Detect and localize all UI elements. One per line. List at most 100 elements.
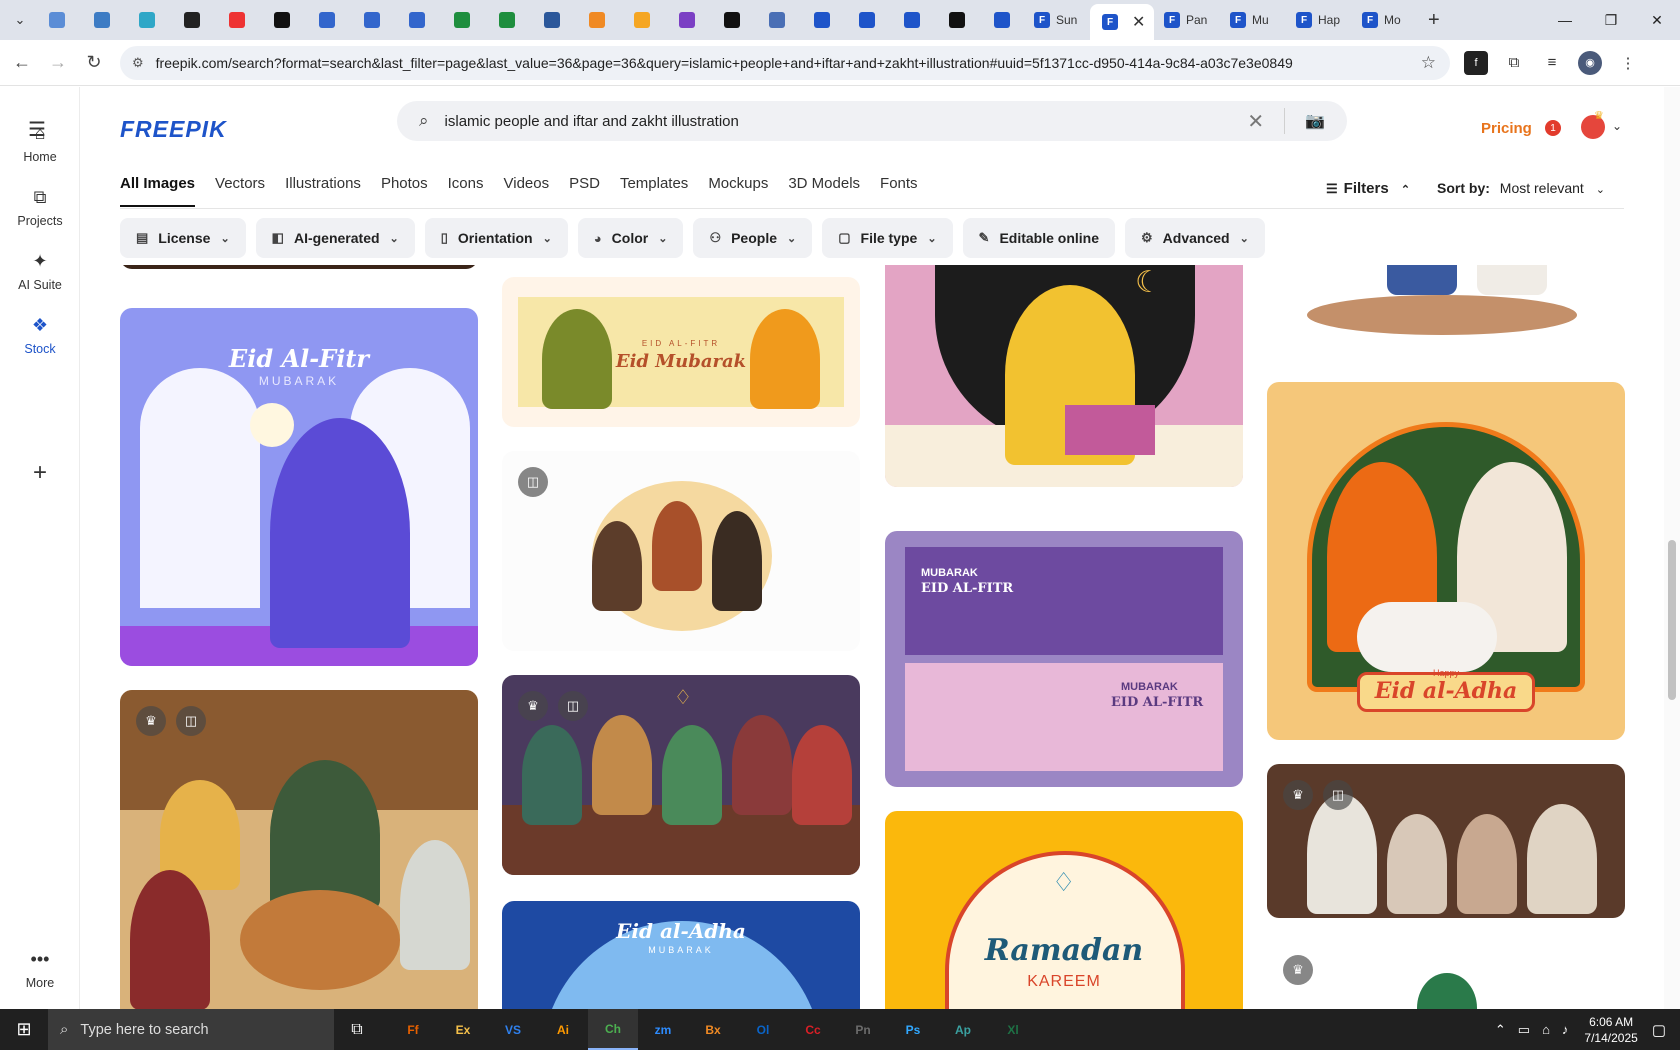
browser-tab[interactable] xyxy=(574,4,619,36)
browser-tab[interactable] xyxy=(124,4,169,36)
taskbar-app-icon[interactable]: zm xyxy=(638,1009,688,1050)
sidebar-item-projects[interactable]: ⧉ Projects xyxy=(0,187,80,228)
crown-icon[interactable]: ♛ xyxy=(1283,780,1313,810)
browser-tab[interactable] xyxy=(349,4,394,36)
search-bar[interactable]: ⌕ islamic people and iftar and zakht ill… xyxy=(397,101,1347,141)
address-bar[interactable]: ⚙ freepik.com/search?format=search&last_… xyxy=(120,45,1450,80)
tab-psd[interactable]: PSD xyxy=(569,175,600,207)
image-card-eid-al-adha[interactable]: Happy Eid al-Adha xyxy=(1267,382,1625,740)
taskbar-app-icon[interactable]: Ps xyxy=(888,1009,938,1050)
filter-chip-advanced[interactable]: ⚙ Advanced ⌄ xyxy=(1125,218,1265,258)
tab-photos[interactable]: Photos xyxy=(381,175,428,207)
browser-tab[interactable] xyxy=(709,4,754,36)
browser-tab[interactable] xyxy=(439,4,484,36)
taskbar-app-icon[interactable]: Bx xyxy=(688,1009,738,1050)
browser-tab[interactable] xyxy=(934,4,979,36)
chevron-up-icon[interactable]: ⌃ xyxy=(1495,1022,1506,1038)
browser-tab[interactable] xyxy=(979,4,1024,36)
bookmark-star-icon[interactable]: ☆ xyxy=(1421,53,1436,73)
tab-templates[interactable]: Templates xyxy=(620,175,688,207)
sidebar-item-ai-suite[interactable]: ✦ AI Suite xyxy=(0,251,80,292)
sidebar-item-stock[interactable]: ❖ Stock xyxy=(0,315,80,356)
tab-illustrations[interactable]: Illustrations xyxy=(285,175,361,207)
tab-sun[interactable]: F Sun xyxy=(1024,4,1090,36)
ai-badge-icon[interactable]: ◫ xyxy=(558,691,588,721)
pricing-link[interactable]: Pricing xyxy=(1481,120,1532,137)
filter-chip-file-type[interactable]: ▢ File type ⌄ xyxy=(822,218,953,258)
taskbar-app-icon[interactable]: Xl xyxy=(988,1009,1038,1050)
tab-mu[interactable]: F Mu xyxy=(1220,4,1286,36)
browser-tab[interactable] xyxy=(394,4,439,36)
image-card-campfire-gathering[interactable]: ◫ xyxy=(502,451,860,651)
filters-button[interactable]: ☰ Filters ⌃ xyxy=(1326,180,1410,197)
browser-tab[interactable] xyxy=(754,4,799,36)
profile-avatar[interactable]: ◉ xyxy=(1578,50,1602,75)
filter-chip-people[interactable]: ⚇ People ⌄ xyxy=(693,218,813,258)
tab-videos[interactable]: Videos xyxy=(504,175,550,207)
crown-icon[interactable]: ♛ xyxy=(1283,955,1313,985)
image-card-iftar-friends[interactable]: ♢ ♛ ◫ xyxy=(502,675,860,875)
tab-fonts[interactable]: Fonts xyxy=(880,175,918,207)
crown-icon[interactable]: ♛ xyxy=(136,706,166,736)
image-card-iftar-family[interactable]: ♛ ◫ xyxy=(120,690,478,1009)
filter-chip-license[interactable]: ▤ License ⌄ xyxy=(120,218,246,258)
battery-icon[interactable]: ▭ xyxy=(1518,1022,1530,1038)
browser-tab[interactable] xyxy=(259,4,304,36)
filter-chip-orientation[interactable]: ▯ Orientation ⌄ xyxy=(424,218,568,258)
sidebar-item-add[interactable]: + xyxy=(0,459,80,493)
windows-start-icon[interactable]: ⊞ xyxy=(0,1009,48,1050)
tab-search-button[interactable]: ⌄ xyxy=(6,6,34,34)
tab-mo[interactable]: F Mo xyxy=(1352,4,1418,36)
image-card-family-table[interactable] xyxy=(1267,265,1625,343)
browser-tab[interactable] xyxy=(304,4,349,36)
hamburger-menu-icon[interactable]: ☰ xyxy=(28,117,46,142)
browser-tab[interactable] xyxy=(664,4,709,36)
freepik-logo[interactable]: FREEPIK xyxy=(120,116,227,143)
menu-kebab-icon[interactable]: ⋮ xyxy=(1616,51,1640,75)
image-card[interactable] xyxy=(120,265,478,269)
image-card-eid-al-adha-blue[interactable]: Eid al-Adha MUBARAK xyxy=(502,901,860,1009)
crown-icon[interactable]: ♛ xyxy=(518,691,548,721)
taskbar-app-icon[interactable]: Ex xyxy=(438,1009,488,1050)
browser-tab[interactable] xyxy=(619,4,664,36)
forward-icon[interactable]: → xyxy=(40,45,76,81)
task-view-icon[interactable]: ⧉ xyxy=(334,1009,380,1050)
network-icon[interactable]: ⌂ xyxy=(1542,1022,1550,1037)
notification-badge[interactable]: 1 xyxy=(1545,120,1561,136)
ai-badge-icon[interactable]: ◫ xyxy=(1323,780,1353,810)
tab-all-images[interactable]: All Images xyxy=(120,175,196,207)
browser-tab[interactable] xyxy=(34,4,79,36)
media-control-icon[interactable]: ≡ xyxy=(1540,51,1564,75)
image-card-eid-al-fitr[interactable]: Eid Al-Fitr MUBARAK xyxy=(120,308,478,666)
site-info-icon[interactable]: ⚙ xyxy=(132,55,144,71)
image-card-boy-quran[interactable]: ☾ xyxy=(885,265,1243,487)
minimize-icon[interactable]: — xyxy=(1542,0,1588,40)
sidebar-item-more[interactable]: ••• More xyxy=(0,949,80,990)
tab-3d-models[interactable]: 3D Models xyxy=(788,175,860,207)
taskbar-app-icon[interactable]: Cc xyxy=(788,1009,838,1050)
browser-tab[interactable] xyxy=(889,4,934,36)
ai-badge-icon[interactable]: ◫ xyxy=(518,467,548,497)
browser-tab[interactable] xyxy=(169,4,214,36)
tab-mockups[interactable]: Mockups xyxy=(708,175,768,207)
image-card-ramadan-kareem[interactable]: ♢ Ramadan KAREEM xyxy=(885,811,1243,1009)
browser-tab[interactable] xyxy=(214,4,259,36)
tab-icons[interactable]: Icons xyxy=(448,175,484,207)
ai-badge-icon[interactable]: ◫ xyxy=(176,706,206,736)
filter-chip-ai-generated[interactable]: ◧ AI-generated ⌄ xyxy=(255,218,415,258)
close-tab-icon[interactable]: ✕ xyxy=(1132,12,1145,32)
image-card-family-3d[interactable]: ♛ ◫ xyxy=(1267,764,1625,918)
clear-search-icon[interactable]: ✕ xyxy=(1247,109,1264,134)
sort-dropdown[interactable]: Sort by: Most relevant ⌄ xyxy=(1437,180,1605,196)
back-icon[interactable]: ← xyxy=(4,45,40,81)
reload-icon[interactable]: ↻ xyxy=(76,45,112,81)
browser-tab[interactable] xyxy=(529,4,574,36)
taskbar-app-icon[interactable]: Ch xyxy=(588,1009,638,1050)
notification-center-icon[interactable]: ▢ xyxy=(1652,1021,1666,1039)
taskbar-app-icon[interactable]: VS xyxy=(488,1009,538,1050)
taskbar-app-icon[interactable]: Pn xyxy=(838,1009,888,1050)
taskbar-app-icon[interactable]: Ai xyxy=(538,1009,588,1050)
browser-tab[interactable] xyxy=(484,4,529,36)
restore-icon[interactable]: ❐ xyxy=(1588,0,1634,40)
chevron-down-icon[interactable]: ⌄ xyxy=(1612,119,1622,133)
